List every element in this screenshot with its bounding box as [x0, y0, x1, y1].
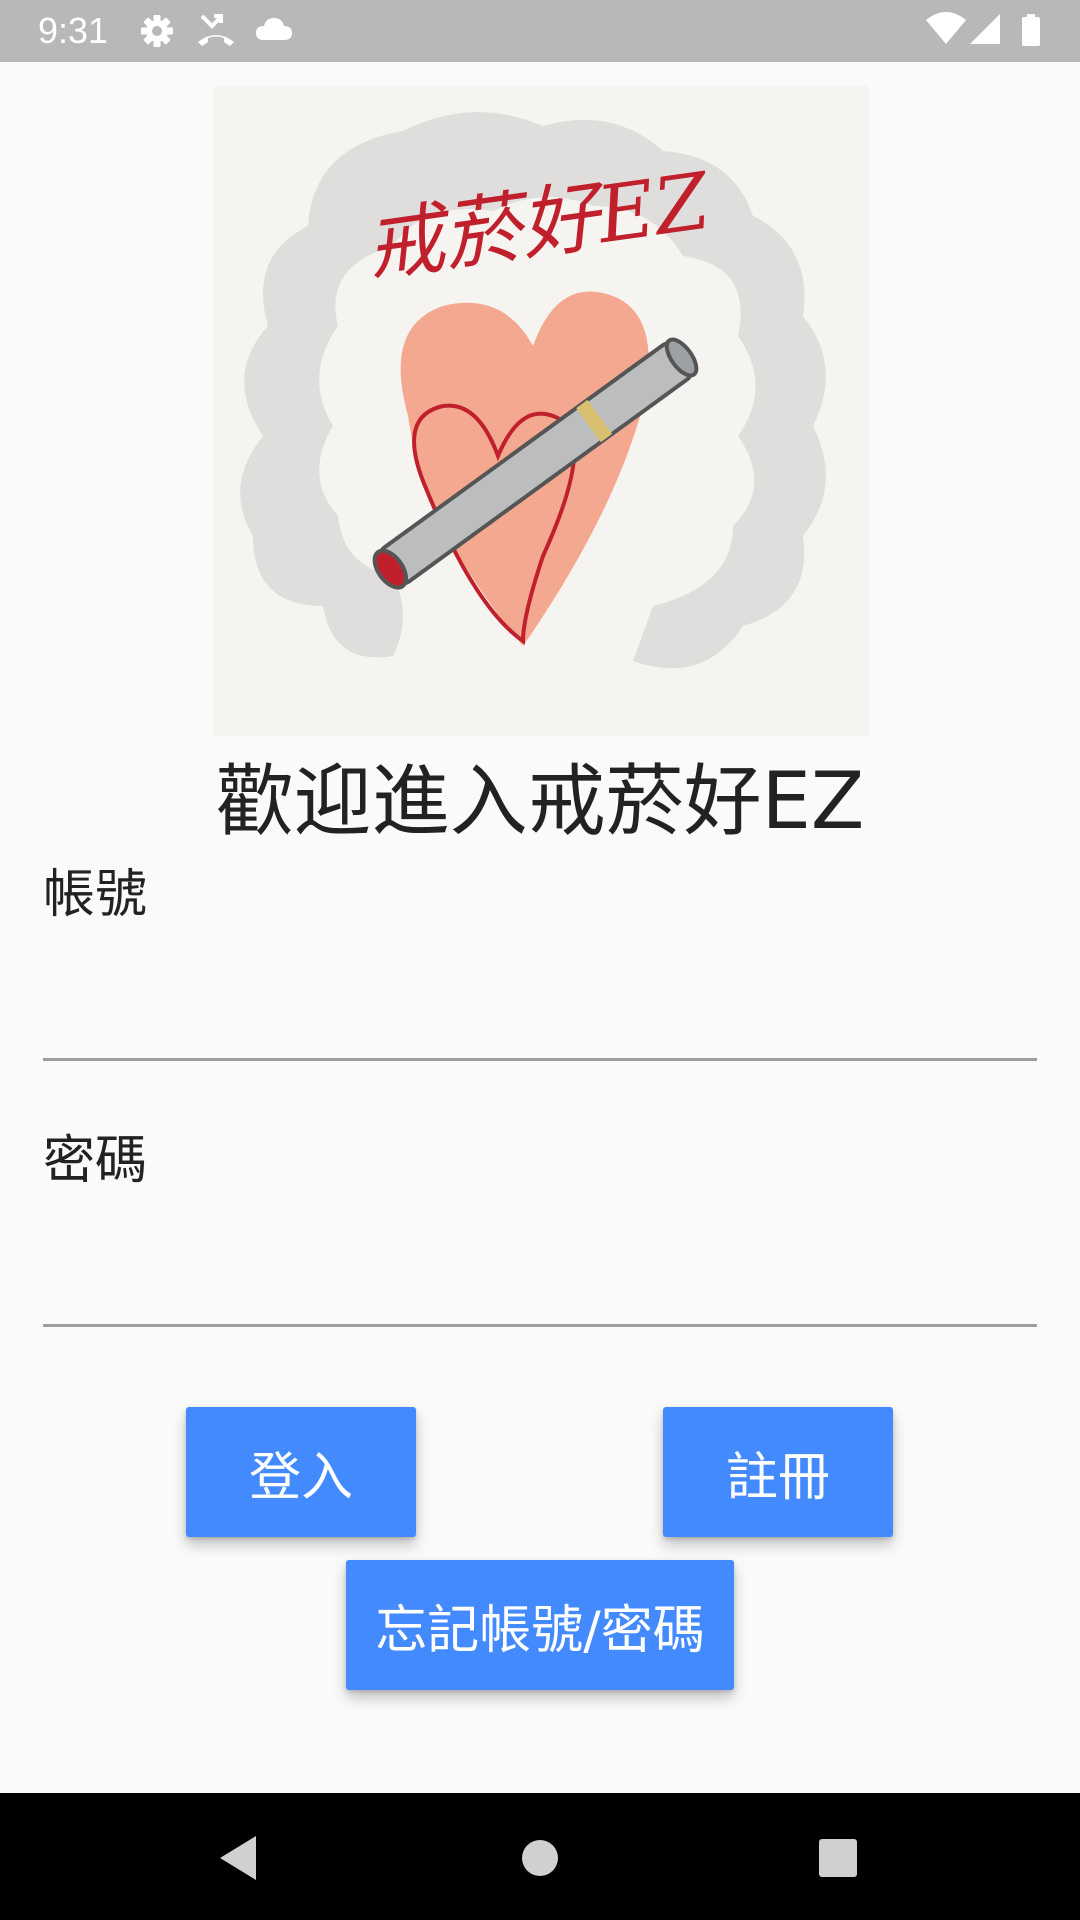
status-time: 9:31	[38, 10, 109, 51]
back-icon	[220, 1836, 256, 1880]
home-icon	[522, 1840, 558, 1876]
forgot-account-password-button[interactable]: 忘記帳號/密碼	[346, 1560, 734, 1690]
cell-signal-icon	[970, 14, 1000, 44]
recents-button[interactable]	[793, 1813, 883, 1903]
account-input[interactable]	[43, 975, 1037, 1061]
home-button[interactable]	[495, 1813, 585, 1903]
recents-icon	[819, 1839, 857, 1877]
wifi-icon	[926, 12, 966, 44]
status-bar: 9:31	[0, 0, 1080, 62]
welcome-title: 歡迎進入戒菸好EZ	[215, 757, 865, 847]
password-label: 密碼	[43, 1131, 148, 1191]
register-button[interactable]: 註冊	[663, 1407, 893, 1537]
back-button[interactable]	[193, 1813, 283, 1903]
cloud-icon	[256, 18, 292, 40]
heart-cigarette-logo: 戒菸好EZ	[213, 86, 869, 736]
account-label: 帳號	[43, 865, 148, 925]
settings-icon	[141, 15, 173, 47]
missed-call-icon	[198, 14, 234, 46]
battery-icon	[1022, 14, 1040, 46]
password-input[interactable]	[43, 1241, 1037, 1327]
login-button[interactable]: 登入	[186, 1407, 416, 1537]
navigation-bar	[0, 1793, 1080, 1920]
app-logo: 戒菸好EZ	[213, 86, 869, 736]
